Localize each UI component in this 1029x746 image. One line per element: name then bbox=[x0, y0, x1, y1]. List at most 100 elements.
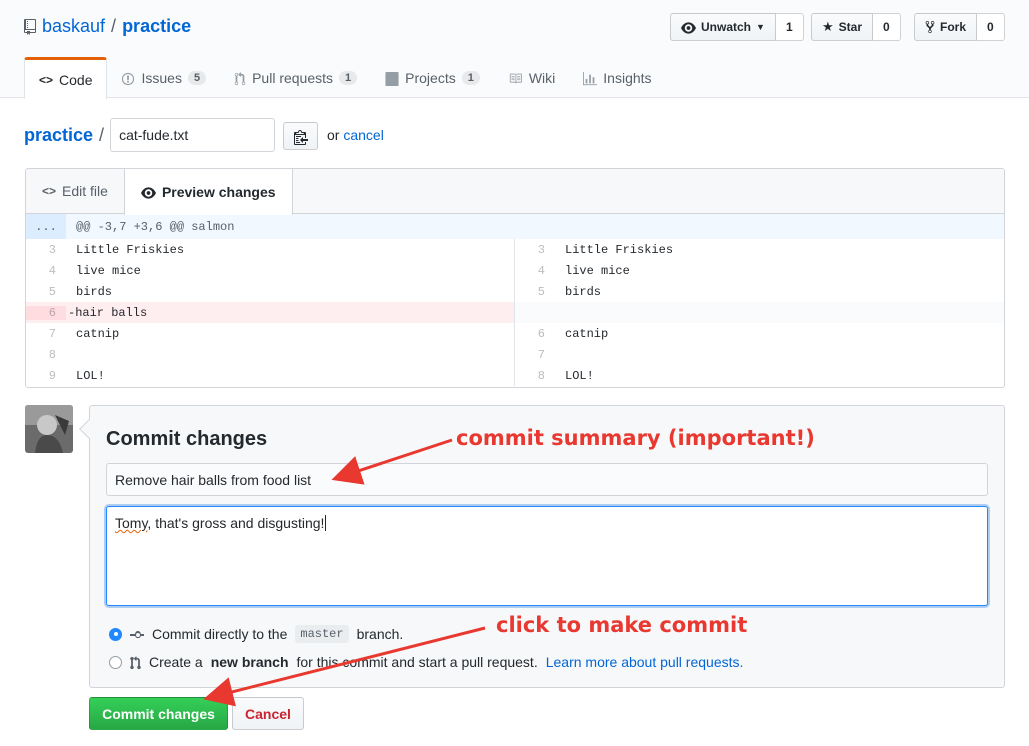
diff-code: live mice bbox=[565, 263, 630, 278]
diff-right-side: 3 Little Friskies 4 live mice 5 birds 6 catn… bbox=[515, 239, 1004, 386]
diff-row: 3 Little Friskies bbox=[515, 239, 1004, 260]
line-number[interactable]: 4 bbox=[26, 264, 66, 278]
book-icon bbox=[508, 70, 523, 86]
fork-icon bbox=[925, 20, 935, 35]
diff-row: 4 live mice bbox=[515, 260, 1004, 281]
pull-requests-counter: 1 bbox=[339, 70, 358, 85]
cancel-button[interactable]: Cancel bbox=[232, 697, 304, 730]
line-number[interactable]: 5 bbox=[26, 285, 66, 299]
line-number[interactable]: 4 bbox=[515, 264, 555, 278]
star-group: ★ Star 0 bbox=[811, 13, 901, 41]
fork-label: Fork bbox=[940, 20, 967, 34]
tab-issues[interactable]: Issues 5 bbox=[107, 57, 220, 98]
line-number[interactable]: 3 bbox=[515, 243, 555, 257]
star-icon: ★ bbox=[822, 19, 834, 34]
repo-header: baskauf / practice Unwatch ▼ 1 ★ Star 0 … bbox=[0, 0, 1029, 99]
diff-row: 5 birds bbox=[26, 281, 514, 302]
text-cursor bbox=[325, 515, 327, 531]
repo-separator: / bbox=[111, 16, 117, 36]
tab-pull-requests[interactable]: Pull requests 1 bbox=[220, 57, 371, 98]
line-number[interactable]: 6 bbox=[26, 305, 66, 320]
tab-preview-changes-label: Preview changes bbox=[161, 184, 276, 200]
diff-row: 8 bbox=[26, 344, 514, 365]
commit-changes-button[interactable]: Commit changes bbox=[89, 697, 228, 730]
line-number[interactable]: 3 bbox=[26, 243, 66, 257]
tab-code-label: Code bbox=[59, 71, 93, 88]
pull-request-icon bbox=[234, 69, 246, 85]
new-branch-prefix: Create a bbox=[149, 654, 203, 671]
tab-code[interactable]: <> Code bbox=[24, 57, 108, 99]
branch-name: master bbox=[295, 625, 349, 643]
annotation-commit-summary: commit summary (important!) bbox=[456, 426, 815, 450]
pull-request-icon bbox=[130, 654, 141, 670]
misspelled-word: Tomy bbox=[115, 515, 148, 531]
commit-description-textarea[interactable]: Tomy, that's gross and disgusting! bbox=[106, 506, 988, 606]
diff-code: birds bbox=[76, 284, 113, 299]
repo-name-link[interactable]: practice bbox=[122, 16, 191, 37]
hunk-header-text: @@ -3,7 +3,6 @@ salmon bbox=[76, 219, 235, 234]
commit-new-branch-option[interactable]: Create a new branch for this commit and … bbox=[109, 654, 743, 670]
line-number[interactable]: 8 bbox=[515, 369, 555, 383]
line-number[interactable]: 7 bbox=[26, 327, 66, 341]
commit-new-branch-radio[interactable] bbox=[109, 655, 122, 669]
tab-insights[interactable]: Insights bbox=[569, 57, 665, 98]
fork-count[interactable]: 0 bbox=[977, 13, 1005, 41]
breadcrumb-separator: / bbox=[99, 124, 105, 145]
commit-summary-input[interactable]: Remove hair balls from food list bbox=[106, 463, 988, 496]
repo-owner-link[interactable]: baskauf bbox=[42, 16, 105, 37]
tab-wiki[interactable]: Wiki bbox=[494, 57, 569, 98]
tab-projects[interactable]: Projects 1 bbox=[371, 57, 494, 98]
line-number[interactable]: 8 bbox=[26, 348, 66, 362]
avatar[interactable] bbox=[25, 405, 73, 453]
issue-icon bbox=[121, 69, 135, 85]
expand-hunk-button[interactable]: ... bbox=[26, 214, 66, 239]
repo-nav: <> Code Issues 5 Pull requests 1 Project… bbox=[24, 57, 666, 99]
line-number[interactable]: 7 bbox=[515, 348, 555, 362]
tab-edit-file[interactable]: <> Edit file bbox=[26, 169, 124, 213]
repo-title: baskauf / practice bbox=[24, 16, 191, 37]
annotation-click-to-commit: click to make commit bbox=[496, 613, 748, 637]
commit-direct-suffix: branch. bbox=[356, 626, 404, 642]
diff-row: 9 LOL! bbox=[26, 365, 514, 386]
commit-direct-radio[interactable] bbox=[109, 627, 122, 641]
diff-code: catnip bbox=[565, 326, 609, 341]
line-number[interactable]: 5 bbox=[515, 285, 555, 299]
breadcrumb-root-link[interactable]: practice bbox=[24, 125, 93, 146]
learn-more-pull-requests-link[interactable]: Learn more about pull requests. bbox=[546, 654, 744, 670]
clippy-icon bbox=[293, 127, 308, 145]
copy-path-button[interactable] bbox=[283, 122, 318, 150]
diff-row: 5 birds bbox=[515, 281, 1004, 302]
cancel-link[interactable]: cancel bbox=[343, 127, 383, 143]
fork-button[interactable]: Fork bbox=[914, 13, 978, 41]
tab-pull-requests-label: Pull requests bbox=[252, 69, 334, 86]
new-branch-suffix: for this commit and start a pull request… bbox=[296, 654, 538, 671]
description-text: , that's gross and disgusting! bbox=[147, 515, 325, 531]
diff-code: LOL! bbox=[76, 368, 105, 383]
diff-row: 7 bbox=[515, 344, 1004, 365]
filename-input[interactable]: cat-fude.txt bbox=[110, 118, 276, 152]
diff-left-side: 3 Little Friskies 4 live mice 5 birds 6 -hai… bbox=[26, 239, 515, 386]
commit-direct-prefix: Commit directly to the bbox=[152, 626, 288, 642]
diff-hunk-header: ... @@ -3,7 +3,6 @@ salmon bbox=[26, 214, 1004, 239]
diff-row: 4 live mice bbox=[26, 260, 514, 281]
editor-tabs: <> Edit file Preview changes bbox=[26, 169, 1004, 215]
diff-code: birds bbox=[565, 284, 602, 299]
commit-direct-option[interactable]: Commit directly to the master branch. bbox=[109, 625, 403, 643]
star-count[interactable]: 0 bbox=[873, 13, 901, 41]
issues-counter: 5 bbox=[187, 70, 207, 85]
line-number[interactable]: 6 bbox=[515, 327, 555, 341]
watch-button[interactable]: Unwatch ▼ bbox=[670, 13, 776, 41]
watch-count[interactable]: 1 bbox=[775, 13, 804, 41]
git-commit-icon bbox=[130, 626, 144, 642]
commit-form-pointer bbox=[79, 419, 99, 439]
line-number[interactable]: 9 bbox=[26, 369, 66, 383]
tab-preview-changes[interactable]: Preview changes bbox=[123, 169, 293, 215]
code-icon: <> bbox=[42, 184, 57, 198]
file-editor: <> Edit file Preview changes ... @@ -3,7… bbox=[25, 168, 1005, 388]
diff-code: Little Friskies bbox=[565, 242, 674, 257]
star-button[interactable]: ★ Star bbox=[811, 13, 873, 41]
split-diff: 3 Little Friskies 4 live mice 5 birds 6 -hai… bbox=[26, 239, 1004, 386]
watch-label: Unwatch bbox=[701, 20, 752, 34]
diff-code: live mice bbox=[76, 263, 141, 278]
tab-edit-file-label: Edit file bbox=[62, 183, 108, 199]
